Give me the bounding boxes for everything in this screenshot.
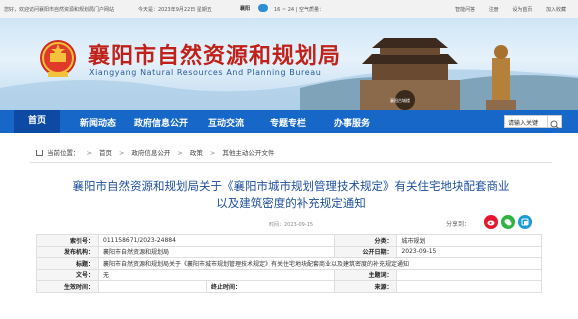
photo-caption: 襄阳古城楼 bbox=[390, 98, 410, 103]
nav-services[interactable]: 办事服务 bbox=[334, 116, 370, 129]
index-label: 索引号： bbox=[36, 234, 99, 247]
source-value bbox=[396, 280, 542, 293]
qzone-icon bbox=[521, 218, 529, 226]
article-date: 时间：2023-09-15 bbox=[268, 222, 314, 228]
docno-label: 文号： bbox=[36, 268, 99, 281]
share-qzone-button[interactable] bbox=[518, 215, 532, 229]
issuer-label: 发布机构： bbox=[36, 245, 99, 258]
article-title-line2: 以及建筑密度的补充规定通知 bbox=[216, 196, 366, 210]
share-weibo-button[interactable] bbox=[484, 215, 498, 229]
title-value: 襄阳市自然资源和规划局关于《襄阳市城市规划管理技术规定》有关住宅地块配套商业以及… bbox=[98, 257, 542, 270]
title-label: 标题： bbox=[36, 257, 99, 270]
search-button[interactable] bbox=[548, 115, 562, 130]
keyword-label: 主题词： bbox=[334, 268, 398, 281]
top-links: 智能问答 注册 设为首页 加入收藏 bbox=[443, 6, 566, 13]
breadcrumb: 当前位置： > 首页 > 政府信息公开 > 政策 > 其他主动公开文件 bbox=[36, 147, 274, 157]
table-row: 索引号： 011158671/2023-24884 分类： 城市规划 bbox=[36, 234, 542, 247]
share-label: 分享到： bbox=[446, 221, 471, 228]
search-input[interactable]: 请输入关键 bbox=[504, 115, 548, 128]
expire-label: 终止时间： bbox=[211, 283, 242, 291]
link-add-favorite[interactable]: 加入收藏 bbox=[546, 7, 566, 13]
link-smart-qa[interactable]: 智能问答 bbox=[455, 7, 475, 13]
breadcrumb-other-files[interactable]: 其他主动公开文件 bbox=[222, 149, 274, 157]
breadcrumb-policy[interactable]: 政策 bbox=[190, 149, 203, 157]
breadcrumb-label: 当前位置： bbox=[47, 149, 80, 157]
table-row: 发布机构： 襄阳市自然资源和规划局 公开日期： 2023-09-15 bbox=[36, 245, 542, 258]
nav-news[interactable]: 新闻动态 bbox=[80, 116, 116, 129]
expire-cell: 终止时间： bbox=[205, 280, 336, 293]
table-row: 标题： 襄阳市自然资源和规划局关于《襄阳市城市规划管理技术规定》有关住宅地块配套… bbox=[36, 257, 542, 270]
main-nav: 首页 新闻动态 政府信息公开 互动交流 专题专栏 办事服务 请输入关键 bbox=[0, 110, 578, 133]
issuer-value: 襄阳市自然资源和规划局 bbox=[97, 245, 336, 258]
category-value: 城市规划 bbox=[396, 234, 542, 247]
link-set-homepage[interactable]: 设为首页 bbox=[512, 7, 532, 13]
article-title-line1: 襄阳市自然资源和规划局关于《襄阳市城市规划管理技术规定》有关住宅地块配套商业 bbox=[72, 179, 510, 193]
nav-interaction[interactable]: 互动交流 bbox=[208, 116, 244, 129]
category-label: 分类： bbox=[334, 234, 398, 247]
index-value: 011158671/2023-24884 bbox=[97, 234, 336, 247]
search-icon bbox=[550, 120, 560, 130]
site-title-en: Xiangyang Natural Resources And Planning… bbox=[89, 68, 322, 77]
welcome-text: 您好，欢迎访问襄阳市自然资源和规划局门户网站 bbox=[4, 7, 115, 13]
divider bbox=[30, 162, 552, 163]
effective-value bbox=[98, 280, 207, 293]
effective-label: 生效时间： bbox=[36, 280, 99, 293]
site-title: 襄阳市自然资源和规划局 bbox=[88, 43, 342, 69]
article-title: 襄阳市自然资源和规划局关于《襄阳市城市规划管理技术规定》有关住宅地块配套商业 以… bbox=[30, 178, 552, 212]
weibo-icon bbox=[487, 220, 495, 226]
table-row: 生效时间： 终止时间： 来源： bbox=[36, 280, 542, 293]
weather-city: 襄阳 bbox=[240, 6, 251, 12]
date-text: 今天是：2023年9月22日 星期五 bbox=[138, 7, 212, 13]
nav-home[interactable]: 首页 bbox=[14, 110, 61, 133]
docno-value: 无 bbox=[97, 268, 336, 281]
info-table: 索引号： 011158671/2023-24884 分类： 城市规划 发布机构：… bbox=[36, 234, 542, 293]
breadcrumb-home[interactable]: 首页 bbox=[99, 149, 112, 157]
table-row: 文号： 无 主题词： bbox=[36, 268, 542, 281]
pubdate-value: 2023-09-15 bbox=[396, 245, 542, 258]
nav-gov-info[interactable]: 政府信息公开 bbox=[134, 116, 188, 129]
national-emblem-icon bbox=[40, 40, 76, 77]
header-banner: 襄阳市自然资源和规划局 Xiangyang Natural Resources … bbox=[0, 18, 578, 110]
breadcrumb-gov-info[interactable]: 政府信息公开 bbox=[131, 149, 170, 157]
top-bar: 您好，欢迎访问襄阳市自然资源和规划局门户网站 今天是：2023年9月22日 星期… bbox=[0, 0, 578, 18]
pubdate-label: 公开日期： bbox=[334, 245, 398, 258]
weather-text: 16 ~ 24 | 空气质量： bbox=[274, 7, 324, 13]
link-register[interactable]: 注册 bbox=[489, 7, 499, 13]
city-gate-icon bbox=[360, 38, 460, 110]
home-icon bbox=[36, 150, 43, 156]
weather-icon bbox=[258, 4, 268, 12]
source-label: 来源： bbox=[334, 280, 398, 293]
wechat-icon bbox=[504, 219, 512, 226]
keyword-value bbox=[396, 268, 542, 281]
share-wechat-button[interactable] bbox=[501, 215, 515, 229]
nav-special-topics[interactable]: 专题专栏 bbox=[270, 116, 306, 129]
